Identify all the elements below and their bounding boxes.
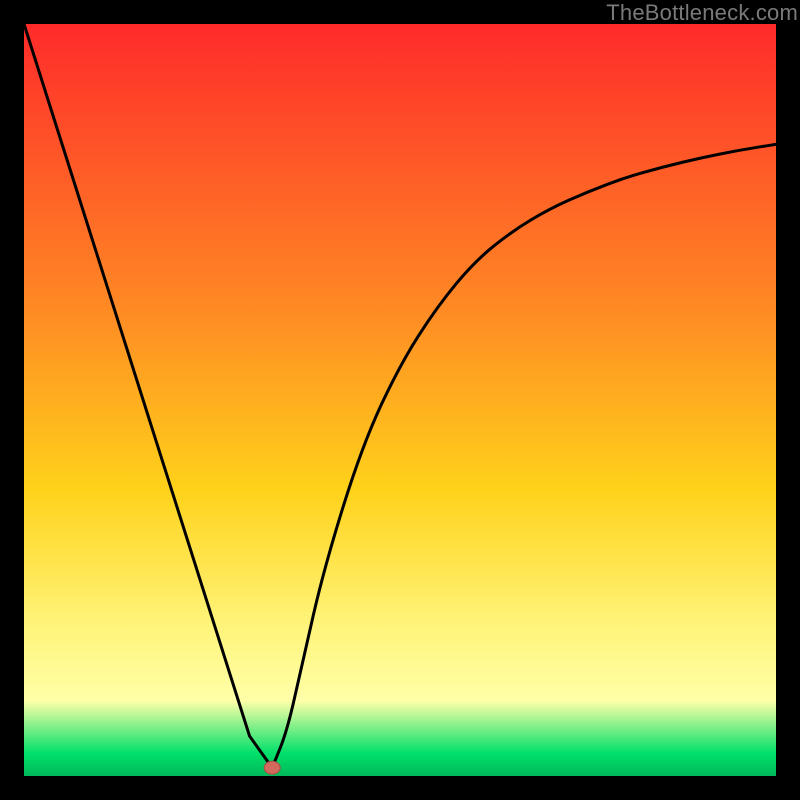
attribution-text: TheBottleneck.com bbox=[606, 0, 798, 26]
chart-frame: TheBottleneck.com bbox=[0, 0, 800, 800]
gradient-background bbox=[24, 24, 776, 776]
bottleneck-chart bbox=[24, 24, 776, 776]
optimal-point-marker bbox=[264, 761, 280, 774]
